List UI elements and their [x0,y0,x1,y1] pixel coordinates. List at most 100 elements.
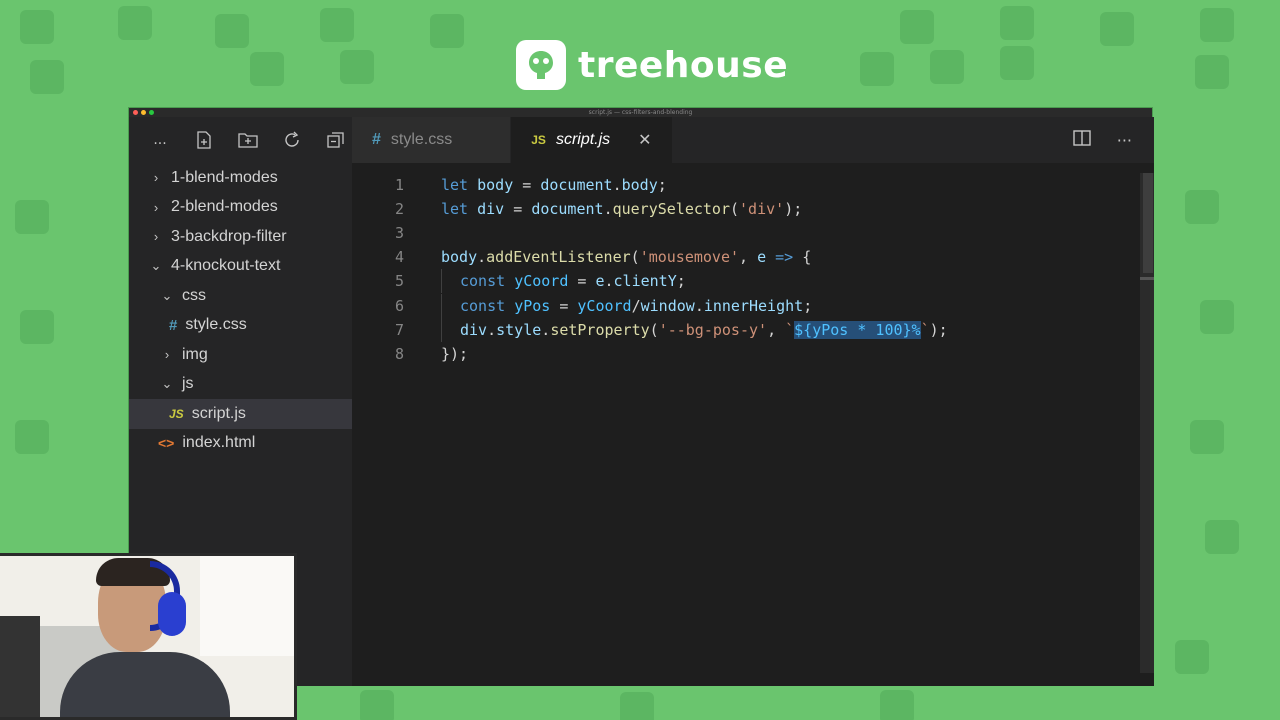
chevron-down-icon: ⌄ [150,258,162,274]
token-template-tick: ` [920,320,930,339]
token-property: body [621,176,658,195]
tab-style-css[interactable]: # style.css [352,117,512,163]
tree-file-style-css[interactable]: # style.css [129,311,352,341]
line-number: 2 [394,200,404,219]
split-editor-icon[interactable] [1073,130,1091,150]
indent-guide [441,293,460,318]
tree-folder-2-blend-modes[interactable]: › 2-blend-modes [129,193,352,223]
token-arrow: => [766,248,803,267]
tree-folder-3-backdrop-filter[interactable]: › 3-backdrop-filter [129,222,352,252]
css-file-icon: # [372,131,381,148]
token-object: e [595,272,605,291]
token-punct: { [802,248,812,267]
token-property: clientY [613,272,677,291]
line-number: 1 [394,176,404,195]
tab-label: script.js [555,131,611,148]
token-operator: / [631,296,641,315]
tree-file-script-js[interactable]: JS script.js [129,399,352,429]
tree-item-label: js [182,375,194,393]
token-object: body [441,248,478,267]
new-file-icon[interactable] [193,131,215,149]
line-number: 3 [394,224,404,243]
headphone-cup [158,592,186,636]
token-parameter: e [757,248,767,267]
new-folder-icon[interactable] [237,131,259,149]
token-property: style [496,320,542,339]
tree-item-label: style.css [185,316,247,334]
close-window-icon[interactable] [133,110,138,115]
token-string: 'mousemove' [639,248,740,267]
tree-folder-img[interactable]: › img [129,340,352,370]
js-file-icon: JS [531,133,546,147]
minimize-window-icon[interactable] [141,110,146,115]
code-line: 7 div. style. setProperty('--bg-pos-y', ` $… [352,317,1138,342]
token-variable: body [477,176,514,195]
maximize-window-icon[interactable] [149,110,154,115]
chevron-right-icon: › [153,199,159,215]
tab-script-js[interactable]: JS script.js ✕ [511,117,673,163]
token-punct: . [612,176,622,195]
code-line: 8 }); [352,342,1138,366]
chevron-right-icon: › [153,170,159,186]
line-number: 4 [394,248,404,267]
token-punct: , [739,248,758,267]
css-file-icon: # [169,316,178,334]
token-object: div [460,320,488,339]
tree-file-index-html[interactable]: <> index.html [129,429,352,459]
collapse-all-icon[interactable] [325,131,347,149]
window-title: script.js — css-filters-and-blending [588,109,693,116]
more-actions-button[interactable]: ... [149,132,171,148]
token-punct: . [603,200,613,219]
vertical-scrollbar[interactable] [1140,173,1154,673]
indent-guide [441,317,460,342]
tree-item-label: script.js [191,404,246,422]
token-keyword: let [441,176,469,195]
scrollbar-thumb[interactable] [1143,173,1153,273]
code-line: 3 [352,221,1138,245]
token-variable: div [477,200,505,219]
more-editor-actions-button[interactable]: ··· [1117,131,1132,150]
token-punct: }); [441,344,469,363]
presenter-shirt [60,652,230,717]
token-punct: . [694,296,704,315]
tree-item-label: img [182,345,208,363]
tree-folder-4-knockout-text[interactable]: ⌄ 4-knockout-text [129,252,352,282]
tree-item-label: 2-blend-modes [171,198,278,216]
overview-ruler-marker [1140,277,1154,280]
refresh-icon[interactable] [281,131,303,149]
tab-label: style.css [390,131,453,148]
token-punct: ; [657,176,667,195]
close-tab-icon[interactable]: ✕ [638,130,651,150]
tree-folder-js[interactable]: ⌄ js [129,370,352,400]
token-string: '--bg-pos-y' [658,320,768,339]
chevron-right-icon: › [153,229,159,245]
token-punct: . [487,320,497,339]
line-number: 5 [394,272,404,291]
tree-item-label: 3-backdrop-filter [171,227,287,245]
code-line: 2 let div = document. querySelector('div'… [352,197,1138,221]
code-line: 5 const yCoord = e. clientY; [352,269,1138,294]
tree-folder-1-blend-modes[interactable]: › 1-blend-modes [129,163,352,193]
token-punct: ); [784,200,803,219]
token-function: querySelector [612,200,730,219]
microphone [0,616,40,717]
editor-tab-bar: # style.css JS script.js ✕ ··· [352,117,1154,163]
token-keyword: const [460,296,506,315]
tree-folder-css[interactable]: ⌄ css [129,281,352,311]
token-keyword: let [441,200,469,219]
brand-name: treehouse [578,44,789,86]
token-object: window [640,296,695,315]
token-function: setProperty [550,320,650,339]
code-area[interactable]: 1 let body = document. body; 2 let div = … [352,173,1138,683]
chevron-down-icon: ⌄ [161,287,173,303]
token-object: document [531,200,604,219]
token-punct: ; [803,296,813,315]
token-object: document [540,176,613,195]
treehouse-logo-icon [516,40,566,90]
token-punct: . [541,320,551,339]
token-punct: . [477,248,487,267]
token-string: 'div' [739,200,785,219]
tree-item-label: 1-blend-modes [171,168,278,186]
explorer-toolbar: ... [129,117,352,163]
chevron-right-icon: › [164,347,170,363]
